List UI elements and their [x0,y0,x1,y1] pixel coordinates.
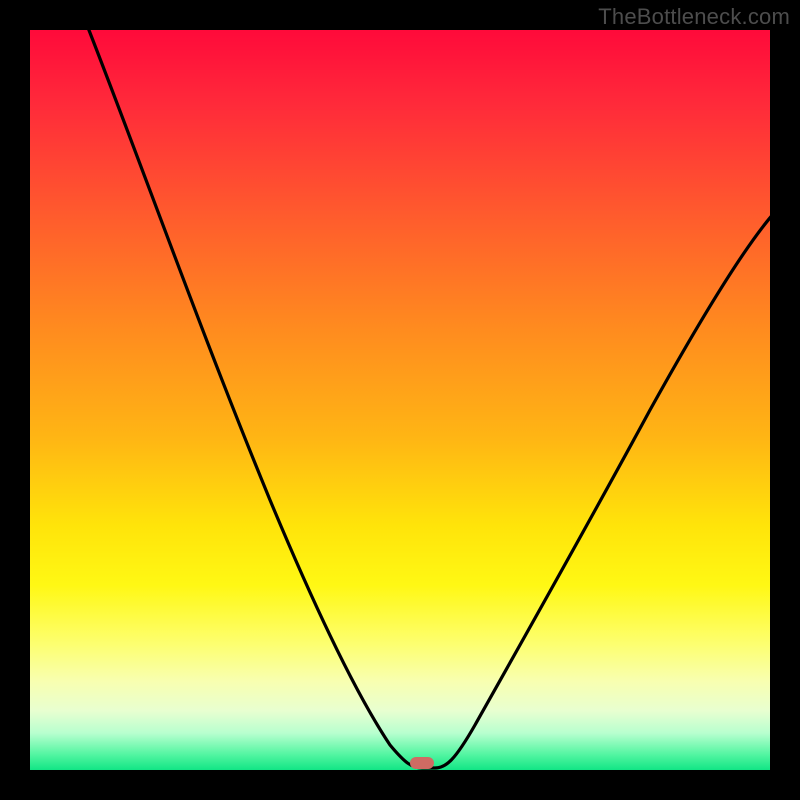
plot-area [30,30,770,770]
bottleneck-curve [85,20,775,768]
chart-frame: TheBottleneck.com [0,0,800,800]
optimum-marker [410,757,434,769]
curve-layer [30,30,770,770]
watermark-text: TheBottleneck.com [598,4,790,30]
